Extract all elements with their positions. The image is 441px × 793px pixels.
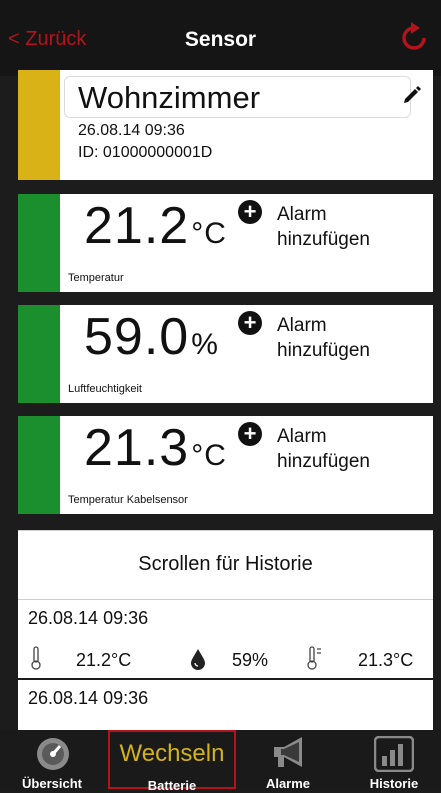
- reading-card-cable-temperature: 21.3°C + Alarm hinzufügen Temperatur Kab…: [18, 416, 433, 514]
- scroll-for-history[interactable]: Scrollen für Historie: [18, 530, 433, 600]
- sensor-datetime: 26.08.14 09:36: [78, 122, 185, 139]
- history-datetime: 26.08.14 09:36: [28, 688, 149, 708]
- history-cable-temperature: 21.3°C: [358, 650, 414, 670]
- reading-label: Temperatur: [68, 272, 124, 284]
- tab-alarms[interactable]: Alarme: [244, 730, 332, 791]
- navigation-bar: < Zurück Sensor: [0, 0, 441, 76]
- reading-label: Temperatur Kabelsensor: [68, 494, 188, 506]
- scroll-history-label: Scrollen für Historie: [138, 553, 313, 575]
- status-stripe: [18, 305, 60, 403]
- history-entry: 26.08.14 09:36: [18, 680, 433, 730]
- refresh-icon[interactable]: [401, 22, 427, 57]
- add-alarm-icon[interactable]: +: [238, 311, 262, 335]
- add-alarm-button[interactable]: Alarm hinzufügen: [277, 424, 407, 474]
- add-alarm-icon[interactable]: +: [238, 422, 262, 446]
- reading-card-humidity: 59.0% + Alarm hinzufügen Luftfeuchtigkei…: [18, 305, 433, 403]
- cable-thermometer-icon: [306, 646, 324, 675]
- history-entry: 26.08.14 09:36 21.2°C 59% 21.3°C: [18, 600, 433, 678]
- history-temperature: 21.2°C: [76, 650, 132, 670]
- add-alarm-icon[interactable]: +: [238, 200, 262, 224]
- thermometer-icon: [30, 646, 42, 675]
- reading-value: 21.3°C: [84, 419, 227, 477]
- gauge-icon: [36, 736, 70, 777]
- sensor-content: Wohnzimmer 26.08.14 09:36 ID: 0100000000…: [18, 70, 433, 730]
- status-stripe: [18, 416, 60, 514]
- pencil-icon[interactable]: [402, 84, 422, 109]
- sensor-name: Wohnzimmer: [78, 80, 261, 115]
- reading-value: 59.0%: [84, 308, 219, 366]
- tab-overview[interactable]: Übersicht: [8, 730, 96, 791]
- tab-battery[interactable]: Wechseln Batterie: [108, 730, 236, 793]
- reading-label: Luftfeuchtigkeit: [68, 383, 142, 395]
- megaphone-icon: [268, 734, 310, 777]
- tab-label: Batterie: [147, 778, 197, 793]
- sensor-info-card: Wohnzimmer 26.08.14 09:36 ID: 0100000000…: [18, 70, 433, 180]
- reading-value: 21.2°C: [84, 197, 227, 255]
- status-stripe: [18, 70, 60, 180]
- sensor-id: ID: 01000000001D: [78, 144, 213, 161]
- tab-bar: Übersicht Wechseln Batterie Alarme Histo…: [0, 730, 441, 793]
- page-title: Sensor: [184, 28, 257, 51]
- status-stripe: [18, 194, 60, 292]
- reading-card-temperature: 21.2°C + Alarm hinzufügen Temperatur: [18, 194, 433, 292]
- battery-swap-text: Wechseln: [119, 740, 225, 767]
- bar-chart-icon: [373, 735, 415, 777]
- history-datetime: 26.08.14 09:36: [28, 608, 149, 628]
- add-alarm-button[interactable]: Alarm hinzufügen: [277, 313, 407, 363]
- tab-history[interactable]: Historie: [350, 730, 438, 791]
- droplet-icon: [190, 648, 206, 675]
- history-humidity: 59%: [232, 650, 269, 670]
- add-alarm-button[interactable]: Alarm hinzufügen: [277, 202, 407, 252]
